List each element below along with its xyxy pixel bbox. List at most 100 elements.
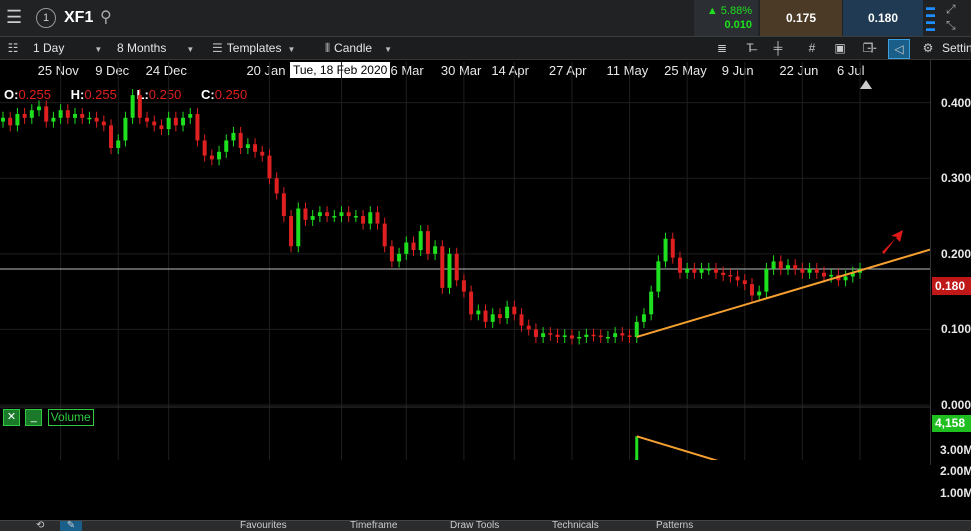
settings-label[interactable]: Settin	[942, 37, 971, 59]
candle-body	[555, 334, 560, 337]
candle-body	[735, 276, 740, 281]
candle-body	[577, 336, 582, 339]
expand-icon[interactable]: ⤡	[946, 18, 956, 33]
candle-body	[404, 242, 409, 254]
candle-body	[267, 155, 272, 179]
candle-body	[253, 144, 258, 152]
volume-tick: 2.00M	[940, 464, 971, 478]
volume-label: Volume	[47, 409, 94, 426]
candle-body	[649, 291, 654, 315]
candle-body	[1, 117, 5, 122]
candle-body	[353, 216, 358, 218]
candle-body	[519, 314, 524, 326]
candle-body	[440, 246, 445, 288]
candle-body	[533, 329, 538, 337]
candle-body	[821, 272, 826, 277]
candle-body	[713, 268, 718, 273]
candle-body	[123, 117, 128, 141]
candle-body	[512, 306, 517, 315]
candle-body	[749, 284, 754, 296]
candle-body	[677, 257, 682, 273]
candle-body	[260, 151, 265, 156]
candle-body	[793, 265, 798, 269]
candle-body	[188, 114, 193, 118]
candle-body	[548, 333, 553, 335]
candle-body	[173, 117, 178, 126]
candle-body	[109, 125, 114, 149]
volume-trendline	[636, 435, 719, 460]
price-tick-label: 0.200	[941, 246, 971, 261]
candle-body	[663, 238, 668, 262]
candle-body	[490, 314, 495, 322]
volume-tick: 1.00M	[940, 486, 971, 500]
price-tick-label: 0.400	[941, 95, 971, 110]
candle-body	[627, 335, 632, 337]
candle-body	[346, 212, 351, 217]
candle-body	[505, 306, 510, 319]
price-axis: 0.400 0.300 0.200 0.100 0.000	[930, 60, 971, 465]
candle-body	[375, 212, 380, 224]
candle-body	[145, 117, 150, 122]
close-icon[interactable]: ✕	[3, 409, 20, 426]
candle-body	[699, 268, 704, 273]
candle-body	[469, 291, 474, 315]
candle-body	[137, 95, 142, 118]
volume-panel-header: ✕ _ Volume	[3, 409, 94, 426]
volume-current-badge: 4,158	[932, 415, 971, 432]
candle-body	[332, 216, 337, 218]
price-chart[interactable]	[0, 0, 930, 460]
candle-body	[685, 268, 690, 273]
candle-body	[51, 117, 56, 122]
minimize-panel-icon[interactable]: _	[25, 409, 43, 426]
candle-body	[634, 321, 639, 337]
candle-body	[843, 276, 848, 281]
candle-body	[217, 151, 222, 160]
candle-body	[382, 223, 387, 247]
candle-body	[670, 238, 675, 258]
candle-body	[757, 291, 762, 296]
candle-body	[152, 121, 157, 126]
candle-body	[44, 106, 49, 122]
candle-body	[562, 335, 567, 337]
candle-body	[620, 333, 625, 336]
candle-body	[613, 333, 618, 337]
candle-body	[476, 310, 481, 315]
candle-body	[526, 325, 531, 330]
candle-body	[692, 268, 697, 273]
candle-body	[656, 261, 661, 292]
candle-body	[73, 114, 78, 118]
candle-body	[231, 132, 236, 141]
bottom-bar: ⟲ ✎ Favourites Timeframe Draw Tools Tech…	[0, 520, 971, 531]
candle-body	[829, 275, 834, 277]
candle-body	[389, 246, 394, 262]
candle-body	[8, 117, 13, 126]
candle-body	[325, 212, 330, 217]
candle-body	[706, 268, 711, 271]
candle-body	[310, 216, 315, 220]
candle-body	[425, 231, 430, 254]
candle-body	[641, 314, 646, 322]
volume-tick: 3.00M	[940, 443, 971, 457]
candle-body	[541, 333, 546, 337]
scroll-marker-icon[interactable]	[860, 80, 872, 89]
candle-body	[728, 275, 733, 277]
candle-body	[397, 253, 402, 262]
candle-body	[202, 140, 207, 156]
candle-body	[274, 178, 279, 194]
candle-body	[814, 268, 819, 273]
candle-body	[195, 114, 200, 141]
candle-body	[785, 265, 790, 269]
candle-body	[94, 117, 99, 122]
candle-body	[411, 242, 416, 251]
candle-body	[317, 212, 322, 217]
candle-body	[65, 110, 70, 118]
annotation-arrow-icon	[882, 230, 903, 254]
candle-body	[598, 335, 603, 337]
minimize-icon[interactable]: ⤢	[946, 2, 956, 17]
candle-body	[80, 114, 85, 118]
candle-body	[454, 253, 459, 281]
candle-body	[483, 310, 488, 322]
candle-body	[764, 268, 769, 292]
price-tick-label: 0.000	[941, 398, 971, 412]
candle-body	[433, 246, 438, 254]
